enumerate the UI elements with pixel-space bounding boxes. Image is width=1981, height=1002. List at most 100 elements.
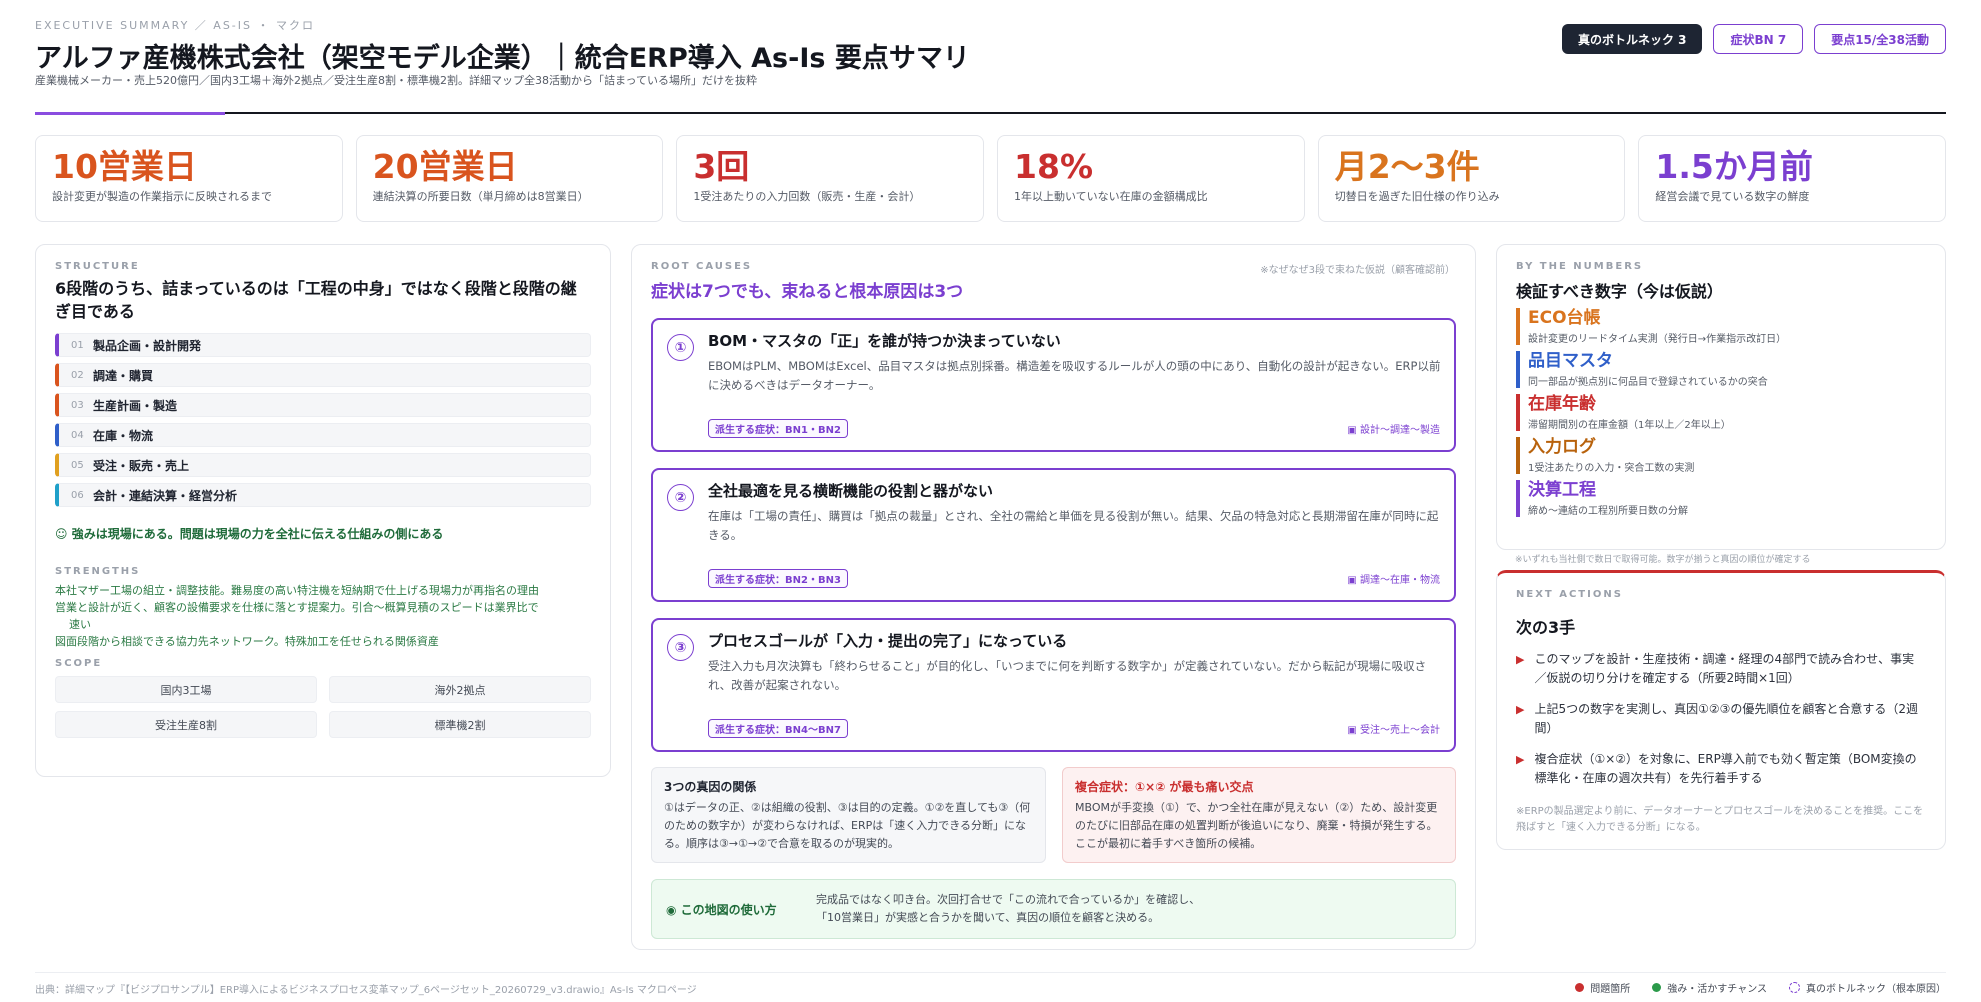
key-points-badge[interactable]: 要点15/全38活動 [1814,24,1946,54]
symptom-tag[interactable]: 派生する症状：BN2・BN3 [708,569,848,588]
relation-box: 3つの真因の関係 ①はデータの正、②は組織の役割、③は目的の定義。①②を直しても… [651,767,1046,863]
page-title: アルファ産機株式会社（架空モデル企業）｜統合ERP導入 As-Is 要点サマリ [35,43,970,74]
section-label: NEXT ACTIONS [1516,589,1623,600]
action-item[interactable]: ▶ 複合症状（①×②）を対象に、ERP導入前でも効く暫定策（BOM変換の標準化・在… [1516,750,1926,788]
metric-name: 決算工程 [1528,480,1596,500]
action-text: このマップを設計・生産技術・調達・経理の4部門で読み合わせ、事実／仮説の切り分け… [1534,652,1915,685]
triangle-right-icon: ▶ [1516,703,1525,716]
action-text: 複合症状（①×②）を対象に、ERP導入前でも効く暫定策（BOM変換の標準化・在庫… [1534,752,1917,785]
symptom-bn-badge[interactable]: 症状BN 7 [1713,24,1804,54]
cause-number: ③ [667,634,694,661]
metric-name: ECO台帳 [1528,308,1601,328]
stage-item[interactable]: 03 生産計画・製造 [55,393,591,417]
stage-name: 生産計画・製造 [93,398,178,413]
stage-item[interactable]: 05 受注・販売・売上 [55,453,591,477]
footer-divider [35,972,1946,973]
process-span: ▣ 受注〜売上〜会計 [1347,725,1440,736]
scope-grid: 国内3工場 海外2拠点 受注生産8割 標準機2割 [55,676,591,738]
kpi-card: 3回 1受注あたりの入力回数（販売・生産・会計） [676,135,985,222]
legend: 問題箇所 強み・活かすチャンス 真のボトルネック（根本原因） [1575,980,1946,995]
kpi-value: 18% [1014,147,1094,186]
section-label: BY THE NUMBERS [1516,261,1644,272]
kpi-value: 10営業日 [52,147,197,186]
red-dot-icon [1575,983,1585,992]
kpi-value: 20営業日 [372,147,518,186]
kpi-label: 切替日を過ぎた旧仕様の作り込み [1334,190,1500,203]
section-label: SCOPE [55,658,103,669]
stage-name: 受注・販売・売上 [93,458,190,473]
stage-number: 04 [71,429,84,441]
metric-item: 入力ログ 1受注あたりの入力・突合工数の実測 [1516,437,1926,474]
header-divider-accent [35,112,225,115]
usage-text: 完成品ではなく叩き台。次回打合せで「この流れで合っているか」を確認し、 「10営… [816,891,1200,927]
hypothesis-note: ※なぜなぜ3段で束ねた仮説（顧客確認前） [1260,265,1455,276]
cause-title: BOM・マスタの「正」を誰が持つか決まっていない [708,332,1061,350]
stage-item[interactable]: 06 会計・連結決算・経営分析 [55,483,591,507]
legend-label: 問題箇所 [1590,984,1631,995]
scope-cell: 国内3工場 [55,676,317,703]
stage-item[interactable]: 02 調達・購買 [55,363,591,387]
actions-footnote: ※ERPの製品選定より前に、データオーナーとプロセスゴールを決めることを推奨。こ… [1516,806,1924,833]
kpi-label: 設計変更が製造の作業指示に反映されるまで [52,190,272,203]
metric-item: ECO台帳 設計変更のリードタイム実測（発行日→作業指示改訂日） [1516,308,1926,345]
root-cause-card[interactable]: ① BOM・マスタの「正」を誰が持つか決まっていない EBOMはPLM、MBOM… [651,318,1456,452]
stage-name: 製品企画・設計開発 [93,338,202,353]
symptom-tag[interactable]: 派生する症状：BN4〜BN7 [708,719,848,738]
kpi-row: 10営業日設計変更が製造の作業指示に反映されるまで 20営業日 連結決算の所要日数… [35,135,1947,222]
cause-title: プロセスゴールが「入力・提出の完了」になっている [708,632,1068,650]
structure-heading: 6段階のうち、詰まっているのは「工程の中身」ではなく段階と段階の継ぎ目である [55,279,577,321]
process-span: ▣ 調達〜在庫・物流 [1347,575,1440,586]
metric-name: 入力ログ [1528,437,1596,457]
kpi-card: 20営業日 連結決算の所要日数（単月締めは8営業日） [355,135,664,222]
stage-list: 01 製品企画・設計開発 02 調達・購買 03 生産計画・製造 04 在庫・物流 05… [55,333,591,507]
stage-name: 調達・購買 [93,368,154,383]
root-cause-card[interactable]: ③ プロセスゴールが「入力・提出の完了」になっている 受注入力も月次決算も「終わ… [651,618,1456,752]
strength-item: 速い [69,618,91,631]
stage-number: 03 [71,399,84,411]
stage-name: 会計・連結決算・経営分析 [93,488,238,503]
page: EXECUTIVE SUMMARY ／ AS-IS ・ マクロ アルファ産機株式… [0,0,1981,1002]
kpi-card: 10営業日設計変更が製造の作業指示に反映されるまで [35,135,343,222]
strength-item: 本社マザー工場の組立・調整技能。難易度の高い特注機を短納期で仕上げる現場力が再指… [55,584,539,597]
legend-item: 真のボトルネック（根本原因） [1789,980,1946,995]
scope-section: SCOPE 国内3工場 海外2拠点 受注生産8割 標準機2割 [55,658,591,738]
cause-number: ① [667,334,694,361]
strength-summary: ☺ 強みは現場にある。問題は現場の力を全社に伝える仕組みの側にある [55,527,444,541]
metric-item: 決算工程 締め〜連結の工程別所要日数の分解 [1516,480,1926,517]
numbers-footnote: ※いずれも当社側で数日で取得可能。数字が揃うと真因の順位が確定する [1515,555,1811,565]
compound-title: 複合症状：①×② が最も痛い交点 [1075,780,1254,794]
dashed-circle-icon [1789,982,1800,993]
root-cause-card[interactable]: ② 全社最適を見る横断機能の役割と器がない 在庫は「工場の責任」、購買は「拠点の… [651,468,1456,602]
kpi-label: 1受注あたりの入力回数（販売・生産・会計） [693,190,921,203]
next-actions-panel: NEXT ACTIONS 次の3手 ▶ このマップを設計・生産技術・調達・経理の4… [1496,570,1946,850]
relation-description: ①はデータの正、②は組織の役割、③は目的の定義。①②を直しても③（何のための数字… [664,801,1031,850]
stage-item[interactable]: 04 在庫・物流 [55,423,591,447]
section-label: STRENGTHS [55,566,141,577]
symptom-tag[interactable]: 派生する症状：BN1・BN2 [708,419,848,438]
eyebrow: EXECUTIVE SUMMARY ／ AS-IS ・ マクロ [35,19,315,32]
numbers-heading: 検証すべき数字（今は仮説） [1516,282,1723,301]
cause-number: ② [667,484,694,511]
scope-cell: 海外2拠点 [329,676,591,703]
metric-item: 品目マスタ 同一部品が拠点別に何品目で登録されているかの突合 [1516,351,1926,388]
usage-title: ◉ この地図の使い方 [666,902,777,917]
true-bottleneck-badge[interactable]: 真のボトルネック 3 [1561,24,1703,54]
process-span: ▣ 設計〜調達〜製造 [1347,425,1440,436]
stage-name: 在庫・物流 [93,428,154,443]
metric-name: 在庫年齢 [1528,394,1596,414]
strength-item: 営業と設計が近く、顧客の設備要求を仕様に落とす提案力。引合〜概算見積のスピードは… [55,601,539,614]
metric-item: 在庫年齢 滞留期間別の在庫金額（1年以上／2年以上） [1516,394,1926,431]
kpi-card: 1.5か月前 経営会議で見ている数字の鮮度 [1638,135,1947,222]
usage-line: 「10営業日」が実感と合うかを聞いて、真因の順位を顧客と決める。 [816,911,1160,924]
stage-item[interactable]: 01 製品企画・設計開発 [55,333,591,357]
triangle-right-icon: ▶ [1516,653,1525,666]
stage-number: 02 [71,369,84,381]
kpi-value: 月2〜3件 [1334,147,1480,186]
badge-group: 真のボトルネック 3 症状BN 7 要点15/全38活動 [1561,24,1946,54]
legend-item: 問題箇所 [1575,980,1630,995]
next-actions-heading: 次の3手 [1516,618,1576,637]
stage-number: 06 [71,489,84,501]
action-item[interactable]: ▶ このマップを設計・生産技術・調達・経理の4部門で読み合わせ、事実／仮説の切り分… [1516,650,1926,688]
map-usage-box: ◉ この地図の使い方 完成品ではなく叩き台。次回打合せで「この流れで合っているか… [651,879,1456,939]
action-item[interactable]: ▶ 上記5つの数字を実測し、真因①②③の優先順位を顧客と合意する（2週間） [1516,700,1926,738]
